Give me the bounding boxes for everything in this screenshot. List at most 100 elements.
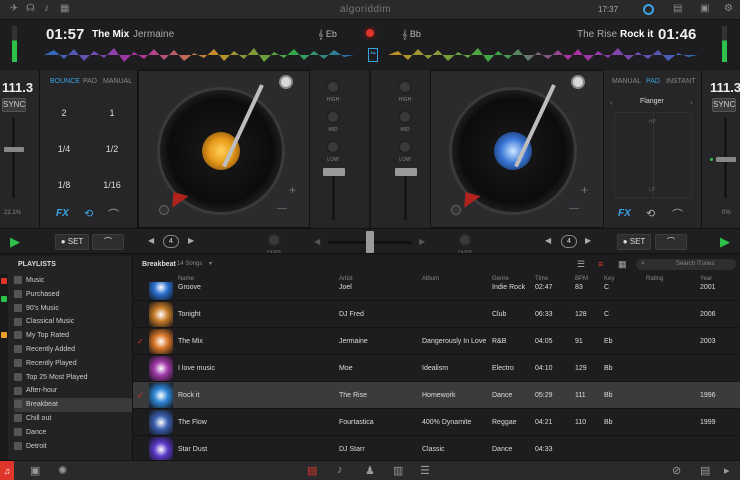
- more-icon[interactable]: ▸: [724, 464, 730, 477]
- deck-left-mode-bounce[interactable]: BOUNCE: [50, 78, 80, 85]
- deck-left-play-button[interactable]: ▶: [10, 234, 20, 250]
- table-row[interactable]: ✓ Rock it The Rise Homework Dance 05:29 111 Bb 1…: [133, 382, 740, 409]
- loop-pad-1-4[interactable]: 1/4: [44, 144, 84, 154]
- effect-prev-icon[interactable]: ‹: [610, 98, 613, 107]
- deck-right-plus-icon[interactable]: +: [581, 183, 588, 197]
- left-eq-mid-knob[interactable]: [326, 110, 340, 124]
- deck-right-fx-button[interactable]: FX: [618, 208, 631, 219]
- table-row[interactable]: Groove Joel Indie Rock 02:47 83 C 2001: [133, 282, 740, 301]
- deck-right-loop-icon[interactable]: ⟲: [646, 207, 655, 220]
- table-row[interactable]: The Flow Fourtastica 400% Dynamite Reggae 04…: [133, 409, 740, 436]
- deck-left-curve-button[interactable]: ⌒: [92, 234, 124, 250]
- sync-link-icon[interactable]: ⇋: [368, 48, 378, 62]
- waveform-left[interactable]: [44, 47, 354, 63]
- spotify-source-icon[interactable]: [1, 296, 7, 302]
- brightness-icon[interactable]: ✺: [58, 464, 67, 477]
- deck-right-sync-button[interactable]: SYNC: [712, 98, 736, 112]
- deck-left-brake-knob[interactable]: [159, 205, 169, 215]
- loop-pad-1-16[interactable]: 1/16: [92, 180, 132, 190]
- deck-right-minus-icon[interactable]: —: [569, 203, 579, 214]
- waveform-view-icon[interactable]: ≡: [598, 259, 603, 269]
- table-row[interactable]: Tonight DJ Fred Club 06:33 128 C 2006: [133, 301, 740, 328]
- right-volume-fader[interactable]: [395, 168, 417, 176]
- deck-left-sync-button[interactable]: SYNC: [2, 98, 26, 112]
- playlist-item[interactable]: Recently Played: [14, 357, 132, 371]
- playlist-item[interactable]: Dance: [14, 426, 132, 440]
- mic-icon[interactable]: ♪: [44, 3, 49, 14]
- deck-right-mode-instant[interactable]: INSTANT: [666, 78, 695, 85]
- effect-next-icon[interactable]: ›: [690, 98, 693, 107]
- deck-left-pitch-slider[interactable]: [4, 147, 24, 152]
- search-field[interactable]: ⌕ Search iTunes: [636, 259, 736, 270]
- menu-icon[interactable]: ▤: [673, 3, 682, 14]
- window-icon[interactable]: ▣: [700, 3, 709, 14]
- right-eq-low-knob[interactable]: [398, 140, 412, 154]
- left-eq-low-knob[interactable]: [326, 140, 340, 154]
- deck-right-pitch-slider[interactable]: [716, 157, 736, 162]
- settings-icon[interactable]: ⚙: [724, 3, 733, 14]
- sort-chevron-icon[interactable]: ▾: [209, 260, 212, 267]
- deck-left-mode-pad[interactable]: PAD: [83, 78, 97, 85]
- playlist-item[interactable]: Music: [14, 274, 132, 288]
- deck-right-loop-halve-icon[interactable]: ◀: [545, 236, 551, 245]
- deck-right-loop-double-icon[interactable]: ▶: [585, 236, 591, 245]
- crossfader-handle[interactable]: [366, 231, 374, 253]
- artist-icon[interactable]: ♟: [365, 464, 375, 477]
- playlist-item[interactable]: Purchased: [14, 288, 132, 302]
- deck-right-loop-size[interactable]: 4: [561, 235, 577, 248]
- deck-right-mode-manual[interactable]: MANUAL: [612, 78, 641, 85]
- deck-left-loop-halve-icon[interactable]: ◀: [148, 236, 154, 245]
- effect-name[interactable]: Flanger: [640, 98, 664, 105]
- deck-right-cue-set-button[interactable]: ● SET: [617, 234, 651, 250]
- deck-left-loop-icon[interactable]: ⟲: [84, 207, 93, 220]
- playlist-item[interactable]: After-hour: [14, 384, 132, 398]
- right-eq-high-knob[interactable]: [398, 80, 412, 94]
- video-icon[interactable]: ▣: [30, 464, 40, 477]
- automix-icon[interactable]: [643, 4, 654, 15]
- music-library-icon[interactable]: ♫: [0, 461, 14, 480]
- left-eq-high-knob[interactable]: [326, 80, 340, 94]
- loop-pad-1-8[interactable]: 1/8: [44, 180, 84, 190]
- compass-icon[interactable]: ⊘: [672, 464, 681, 477]
- playlist-item[interactable]: Detroit: [14, 440, 132, 454]
- table-row[interactable]: Star Dust DJ Starr Classic Dance 04:33: [133, 436, 740, 460]
- deck-left-plus-icon[interactable]: +: [289, 183, 296, 197]
- deck-left-mode-manual[interactable]: MANUAL: [103, 78, 132, 85]
- deck-right-curve-button[interactable]: ⌒: [655, 234, 687, 250]
- playlist-item[interactable]: Breakbeat: [14, 398, 132, 412]
- note-icon[interactable]: ♪: [337, 464, 343, 476]
- deck-right-curve-icon[interactable]: ⌒: [672, 206, 683, 222]
- playlist-item[interactable]: My Top Rated: [14, 329, 132, 343]
- left-filter-knob[interactable]: [267, 233, 281, 247]
- record-button[interactable]: [363, 26, 377, 40]
- playlist-item[interactable]: Top 25 Most Played: [14, 371, 132, 385]
- list-view-icon[interactable]: ☰: [577, 259, 585, 270]
- waveform-right[interactable]: [388, 47, 698, 63]
- left-volume-fader[interactable]: [323, 168, 345, 176]
- headphones-icon[interactable]: ☊: [26, 3, 35, 14]
- crossfader-left-icon[interactable]: ◀: [314, 237, 320, 246]
- deck-left-loop-double-icon[interactable]: ▶: [188, 236, 194, 245]
- crossfader-right-icon[interactable]: ▶: [419, 237, 425, 246]
- playlist-icon[interactable]: ☰: [420, 464, 430, 477]
- loop-pad-2[interactable]: 2: [44, 108, 84, 118]
- itunes-source-icon[interactable]: [1, 278, 7, 284]
- deck-left-fx-button[interactable]: FX: [56, 208, 69, 219]
- airplane-icon[interactable]: ✈: [10, 3, 18, 14]
- songs-icon[interactable]: ▤: [307, 464, 317, 477]
- loop-pad-1-2[interactable]: 1/2: [92, 144, 132, 154]
- table-row[interactable]: ✓ The Mix Jermaine Dangerously In Love R&B 04…: [133, 328, 740, 355]
- deck-left-minus-icon[interactable]: —: [277, 203, 287, 214]
- playlist-item[interactable]: 90's Music: [14, 302, 132, 316]
- playlist-item[interactable]: Chill out: [14, 412, 132, 426]
- table-row[interactable]: I love music Moe Idealism Electro 04:10 129 Bb: [133, 355, 740, 382]
- album-icon[interactable]: ▥: [393, 464, 403, 477]
- right-filter-knob[interactable]: [458, 233, 472, 247]
- grid-icon[interactable]: ▦: [60, 3, 69, 14]
- deck-right-brake-knob[interactable]: [451, 205, 461, 215]
- right-eq-mid-knob[interactable]: [398, 110, 412, 124]
- deck-left-curve-icon[interactable]: ⌒: [108, 206, 119, 222]
- soundcloud-source-icon[interactable]: [1, 332, 7, 338]
- deck-left-loop-size[interactable]: 4: [163, 235, 179, 248]
- grid-view-icon[interactable]: ▦: [618, 259, 627, 270]
